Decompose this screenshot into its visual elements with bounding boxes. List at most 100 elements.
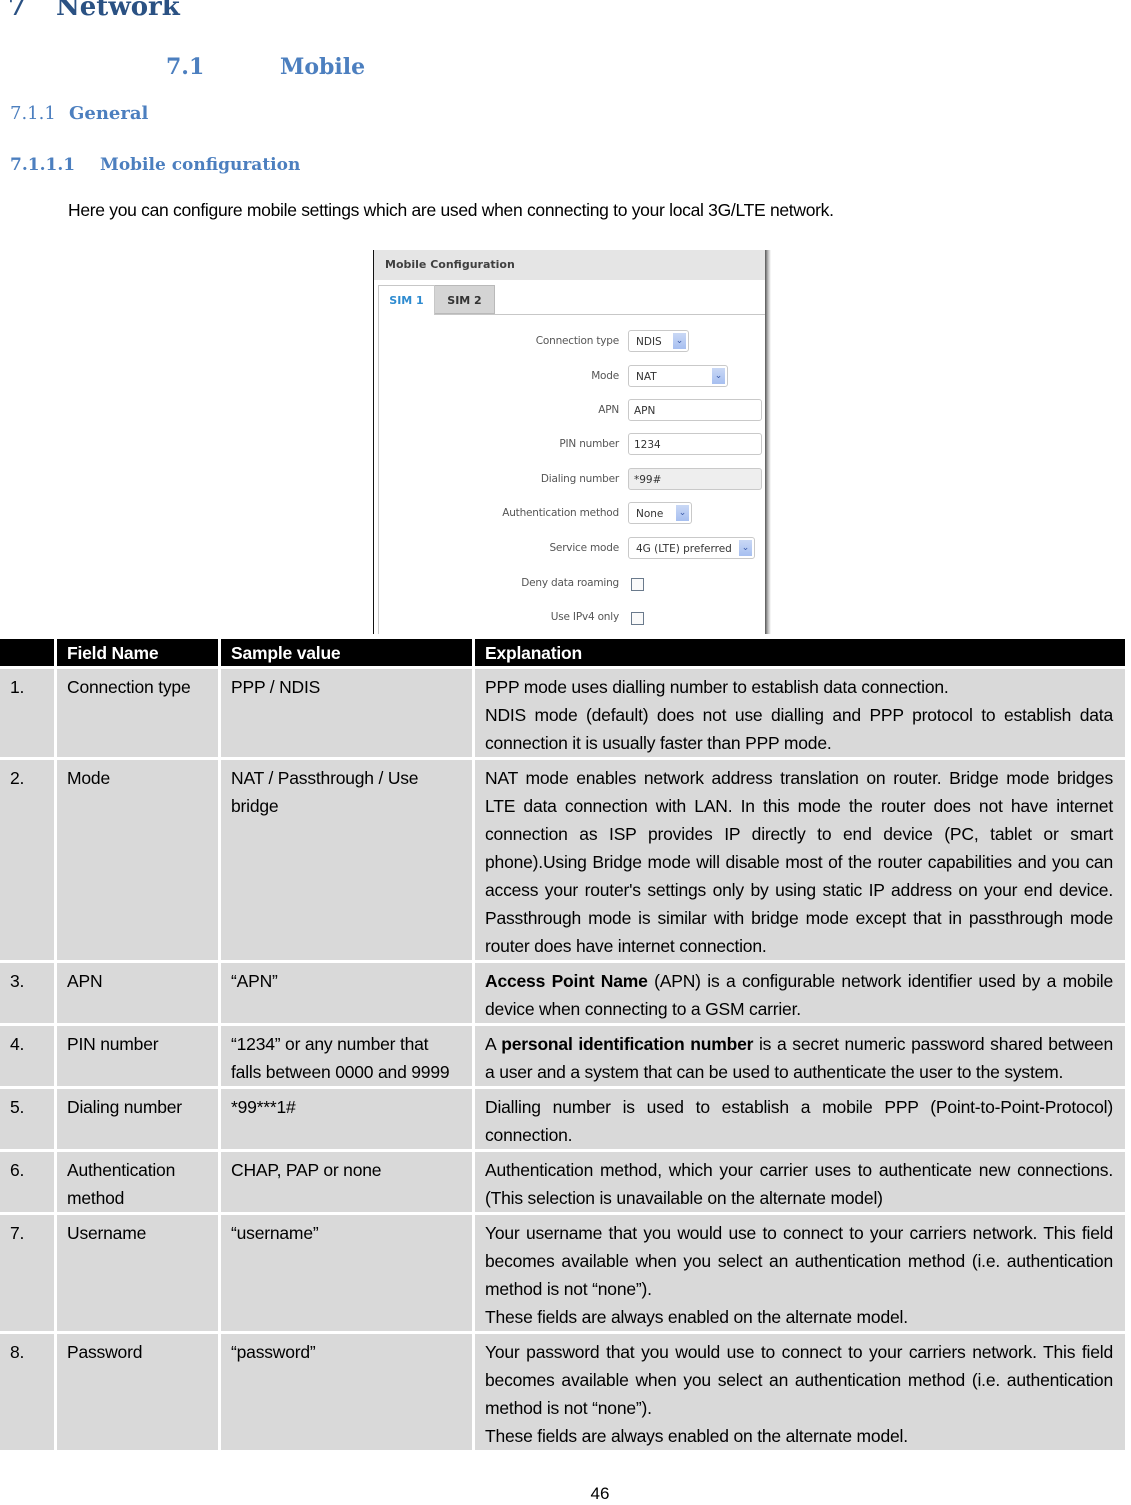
explanation-text: A <box>485 1034 502 1054</box>
authentication-method-select[interactable]: None ⌄ <box>628 502 692 524</box>
row-field-name: Password <box>57 1334 218 1450</box>
explanation-text: Dialling number is used to establish a m… <box>485 1097 1113 1145</box>
tab-sim1[interactable]: SIM 1 <box>378 285 435 315</box>
heading-number: 7.1.1.1 <box>10 155 76 175</box>
row-field-name: PIN number <box>57 1026 218 1086</box>
table-row: 8. Password “password” Your password that y… <box>0 1334 1125 1450</box>
tab-divider <box>435 314 765 315</box>
field-label: Service mode <box>549 542 619 554</box>
row-explanation: A personal identification number is a se… <box>475 1026 1125 1086</box>
table-row: 2. Mode NAT / Passthrough / Use bridge NAT … <box>0 760 1125 960</box>
pin-input[interactable]: 1234 <box>628 433 762 455</box>
select-value: None <box>636 508 664 520</box>
heading-title: Network <box>56 0 180 22</box>
field-deny-data-roaming: Deny data roaming <box>374 572 765 598</box>
field-label: Connection type <box>535 335 619 347</box>
heading-number: 7 <box>8 0 27 22</box>
table-row: 3. APN “APN” Access Point Name (APN) is a c… <box>0 963 1125 1023</box>
explanation-text: NAT mode enables network address transla… <box>485 768 1113 956</box>
row-field-name: Mode <box>57 760 218 960</box>
row-explanation: Your username that you would use to conn… <box>475 1215 1125 1331</box>
field-mode: Mode NAT ⌄ <box>374 365 765 391</box>
panel-title: Mobile Configuration <box>374 250 765 280</box>
use-ipv4-only-checkbox[interactable] <box>631 612 644 625</box>
row-sample-value: “password” <box>221 1334 472 1450</box>
row-field-name: Username <box>57 1215 218 1331</box>
heading-title: Mobile configuration <box>100 155 301 175</box>
row-sample-value: “APN” <box>221 963 472 1023</box>
heading-mobile: 7.1 Mobile <box>166 54 365 80</box>
heading-title: Mobile <box>280 54 366 80</box>
chevron-down-icon: ⌄ <box>739 540 752 556</box>
table-header-row: Field Name Sample value Explanation <box>0 639 1125 666</box>
table-row: 1. Connection type PPP / NDIS PPP mode uses… <box>0 669 1125 757</box>
tab-sim2[interactable]: SIM 2 <box>435 285 495 314</box>
row-field-name: Dialing number <box>57 1089 218 1149</box>
chevron-down-icon: ⌄ <box>712 368 725 384</box>
connection-type-select[interactable]: NDIS ⌄ <box>628 330 689 352</box>
row-sample-value: “1234” or any number that falls between … <box>221 1026 472 1086</box>
service-mode-select[interactable]: 4G (LTE) preferred ⌄ <box>628 537 755 559</box>
select-value: NAT <box>636 371 657 383</box>
row-number: 8. <box>0 1334 54 1450</box>
mobile-configuration-screenshot: Mobile Configuration SIM 1 SIM 2 Connect… <box>373 250 771 634</box>
field-label: PIN number <box>559 438 619 450</box>
explanation-bold-term: Access Point Name <box>485 971 648 991</box>
row-number: 5. <box>0 1089 54 1149</box>
row-number: 1. <box>0 669 54 757</box>
header-number <box>0 639 54 666</box>
field-label: Authentication method <box>502 507 619 519</box>
field-label: Deny data roaming <box>521 577 619 589</box>
row-number: 4. <box>0 1026 54 1086</box>
field-label: APN <box>598 404 619 416</box>
heading-general: 7.1.1 General <box>10 103 148 124</box>
row-sample-value: NAT / Passthrough / Use bridge <box>221 760 472 960</box>
explanation-text: Your password that you would use to conn… <box>485 1342 1113 1446</box>
table-row: 6. Authentication method CHAP, PAP or none… <box>0 1152 1125 1212</box>
select-value: 4G (LTE) preferred <box>636 543 732 555</box>
row-sample-value: “username” <box>221 1215 472 1331</box>
mode-select[interactable]: NAT ⌄ <box>628 365 728 387</box>
intro-paragraph: Here you can configure mobile settings w… <box>68 200 834 220</box>
apn-input[interactable]: APN <box>628 399 762 421</box>
field-service-mode: Service mode 4G (LTE) preferred ⌄ <box>374 537 765 563</box>
page-number: 46 <box>590 1484 610 1503</box>
explanation-text: Your username that you would use to conn… <box>485 1223 1113 1327</box>
chevron-down-icon: ⌄ <box>673 333 686 349</box>
heading-title: General <box>69 103 149 124</box>
screenshot-shadow <box>765 250 771 634</box>
row-explanation: NAT mode enables network address transla… <box>475 760 1125 960</box>
field-dialing-number: Dialing number *99# <box>374 468 765 494</box>
field-use-ipv4-only: Use IPv4 only <box>374 606 765 632</box>
field-label: Use IPv4 only <box>550 611 619 623</box>
mobile-configuration-table: Field Name Sample value Explanation 1. Co… <box>0 636 1128 1453</box>
explanation-text: Authentication method, which your carrie… <box>485 1160 1113 1208</box>
row-field-name: APN <box>57 963 218 1023</box>
heading-number: 7.1 <box>166 54 205 80</box>
header-field-name: Field Name <box>57 639 218 666</box>
row-explanation: Dialling number is used to establish a m… <box>475 1089 1125 1149</box>
explanation-bold-term: personal identification number <box>501 1034 754 1054</box>
row-explanation: Authentication method, which your carrie… <box>475 1152 1125 1212</box>
row-sample-value: PPP / NDIS <box>221 669 472 757</box>
field-connection-type: Connection type NDIS ⌄ <box>374 330 765 356</box>
dialing-number-input[interactable]: *99# <box>628 468 762 490</box>
row-field-name: Connection type <box>57 669 218 757</box>
field-label: Mode <box>591 370 619 382</box>
select-value: NDIS <box>636 336 662 348</box>
table-row: 4. PIN number “1234” or any number that fa… <box>0 1026 1125 1086</box>
field-authentication-method: Authentication method None ⌄ <box>374 502 765 528</box>
heading-mobile-configuration: 7.1.1.1 Mobile configuration <box>10 155 300 175</box>
heading-network: 7 Network <box>8 0 180 22</box>
row-number: 7. <box>0 1215 54 1331</box>
field-pin: PIN number 1234 <box>374 433 765 459</box>
table-row: 5. Dialing number *99***1# Dialling number … <box>0 1089 1125 1149</box>
explanation-text: PPP mode uses dialling number to establi… <box>485 677 1113 753</box>
row-explanation: Access Point Name (APN) is a configurabl… <box>475 963 1125 1023</box>
header-sample-value: Sample value <box>221 639 472 666</box>
row-number: 2. <box>0 760 54 960</box>
row-sample-value: *99***1# <box>221 1089 472 1149</box>
field-label: Dialing number <box>540 473 619 485</box>
deny-data-roaming-checkbox[interactable] <box>631 578 644 591</box>
row-sample-value: CHAP, PAP or none <box>221 1152 472 1212</box>
